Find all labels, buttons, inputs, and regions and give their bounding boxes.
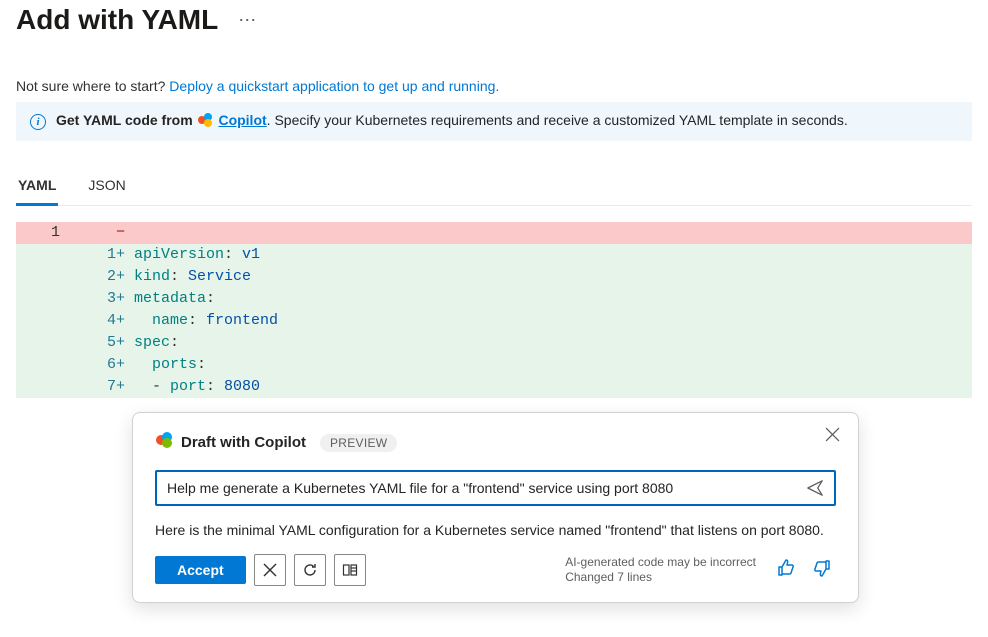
quickstart-link[interactable]: Deploy a quickstart application to get u… — [169, 78, 499, 94]
help-prefix: Not sure where to start? — [16, 78, 169, 94]
line-number-new: 6 — [78, 354, 116, 376]
copilot-banner: i Get YAML code from Copilot. Specify yo… — [16, 102, 972, 141]
code-text: ports: — [134, 354, 972, 376]
copilot-link[interactable]: Copilot — [218, 112, 266, 128]
diff-added-line: 4+ name: frontend — [16, 310, 972, 332]
code-text: kind: Service — [134, 266, 972, 288]
diff-added-line: 2+kind: Service — [16, 266, 972, 288]
preview-badge: PREVIEW — [320, 434, 397, 452]
diff-added-line: 5+spec: — [16, 332, 972, 354]
popup-title: Draft with Copilot — [181, 434, 306, 451]
diff-added-line: 3+metadata: — [16, 288, 972, 310]
copilot-icon — [155, 431, 173, 454]
code-text: metadata: — [134, 288, 972, 310]
tab-json[interactable]: JSON — [86, 167, 127, 206]
copilot-draft-popup: Draft with Copilot PREVIEW Here is the m… — [132, 412, 859, 603]
diff-view-button[interactable] — [334, 554, 366, 586]
send-icon[interactable] — [796, 473, 834, 503]
line-number-new: 3 — [78, 288, 116, 310]
tab-yaml[interactable]: YAML — [16, 167, 58, 206]
diff-editor[interactable]: 1 − 1+apiVersion: v12+kind: Service3+met… — [16, 222, 972, 398]
banner-tail: . Specify your Kubernetes requirements a… — [267, 112, 848, 128]
help-text: Not sure where to start? Deploy a quicks… — [16, 78, 972, 94]
disclaimer-line2: Changed 7 lines — [565, 570, 652, 584]
diff-removed-line: 1 − — [16, 222, 972, 244]
copilot-response: Here is the minimal YAML configuration f… — [155, 520, 836, 540]
code-text: spec: — [134, 332, 972, 354]
copilot-icon — [197, 112, 213, 131]
prompt-input[interactable] — [157, 472, 796, 504]
overflow-menu-icon[interactable]: ⋯ — [234, 6, 261, 35]
page-title: Add with YAML — [16, 4, 218, 36]
diff-added-line: 7+ - port: 8080 — [16, 376, 972, 398]
line-number-new: 5 — [78, 332, 116, 354]
line-number-new: 1 — [78, 244, 116, 266]
thumbs-up-icon[interactable] — [772, 556, 800, 585]
line-number-new: 4 — [78, 310, 116, 332]
close-icon[interactable] — [825, 427, 840, 442]
disclaimer-text: AI-generated code may be incorrect Chang… — [565, 555, 756, 586]
discard-button[interactable] — [254, 554, 286, 586]
code-text: name: frontend — [134, 310, 972, 332]
code-text: apiVersion: v1 — [134, 244, 972, 266]
regenerate-button[interactable] — [294, 554, 326, 586]
accept-button[interactable]: Accept — [155, 556, 246, 584]
line-number-new: 2 — [78, 266, 116, 288]
format-tabs: YAML JSON — [16, 167, 972, 206]
disclaimer-line1: AI-generated code may be incorrect — [565, 555, 756, 569]
diff-added-line: 1+apiVersion: v1 — [16, 244, 972, 266]
prompt-input-container — [155, 470, 836, 506]
banner-lead: Get YAML code from — [56, 112, 193, 128]
line-number-new: 7 — [78, 376, 116, 398]
info-icon: i — [30, 114, 46, 130]
line-number-old: 1 — [16, 222, 78, 244]
thumbs-down-icon[interactable] — [808, 556, 836, 585]
code-text: - port: 8080 — [134, 376, 972, 398]
diff-added-line: 6+ ports: — [16, 354, 972, 376]
